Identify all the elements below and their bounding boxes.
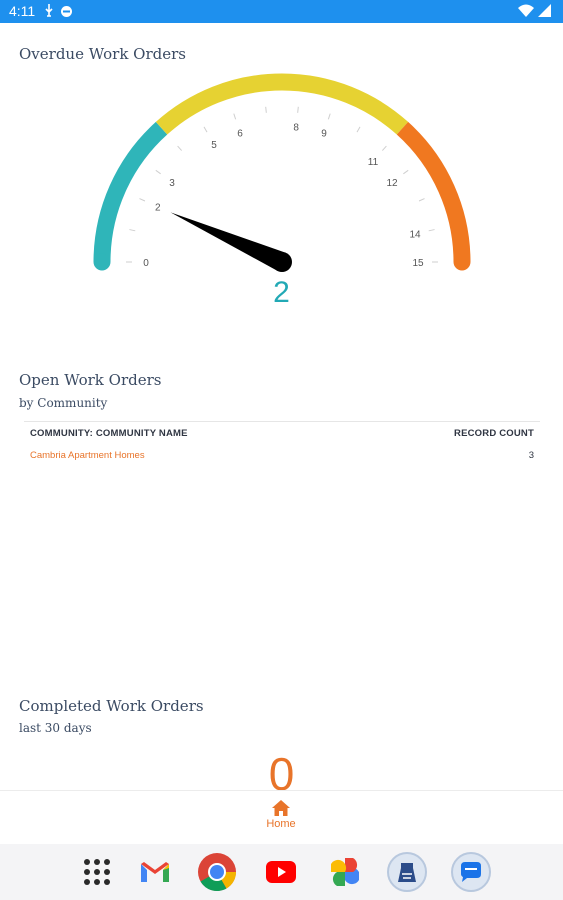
gauge-tick-label: 6 — [237, 129, 243, 140]
open-title: Open Work Orders — [19, 371, 162, 389]
completed-subtitle: last 30 days — [19, 721, 92, 735]
wifi-icon — [518, 4, 534, 17]
gauge-needle — [170, 212, 287, 272]
gauge-tick — [428, 229, 435, 232]
gauge-tick — [297, 106, 299, 113]
open-subtitle: by Community — [19, 396, 108, 410]
gmail-button[interactable] — [135, 852, 175, 892]
record-count: 3 — [528, 450, 534, 461]
youtube-icon — [266, 861, 296, 883]
gauge-tick — [265, 106, 267, 113]
gauge-tick — [381, 145, 387, 151]
gauge-tick-label: 8 — [293, 123, 299, 134]
sync-icon — [61, 5, 72, 17]
gauge-tick-label: 14 — [409, 230, 421, 241]
gauge-tick-label: 3 — [169, 178, 175, 189]
chrome-button[interactable] — [197, 852, 237, 892]
gauge-cap-end — [453, 253, 471, 271]
gauge-band-0 — [93, 121, 168, 263]
gmail-icon — [141, 862, 169, 882]
community-link[interactable]: Cambria Apartment Homes — [30, 450, 145, 466]
table-row[interactable]: Cambria Apartment Homes 3 — [24, 444, 540, 466]
status-icons-left — [44, 4, 73, 18]
gauge-tick — [139, 198, 146, 202]
signal-icon — [538, 4, 551, 17]
gauge-band-1 — [155, 73, 409, 135]
gauge-tick — [403, 169, 409, 175]
gauge-tick — [418, 198, 425, 202]
open-work-orders-table: COMMUNITY: COMMUNITY NAME RECORD COUNT C… — [24, 421, 540, 466]
youtube-button[interactable] — [261, 852, 301, 892]
app-drawer-button[interactable] — [77, 852, 117, 892]
status-icons-right — [518, 4, 551, 17]
gauge-tick — [356, 126, 361, 133]
usb-icon — [45, 4, 53, 17]
gauge-tick — [203, 126, 208, 133]
app-button[interactable] — [387, 852, 427, 892]
nav-home-label: Home — [266, 818, 296, 830]
overdue-value: 2 — [273, 276, 290, 309]
column-header-community[interactable]: COMMUNITY: COMMUNITY NAME — [30, 428, 188, 444]
chrome-icon — [198, 853, 237, 892]
gauge-tick-label: 9 — [321, 129, 327, 140]
gauge-tick — [155, 169, 161, 175]
gauge-tick-label: 15 — [412, 258, 424, 269]
status-time: 4:11 — [9, 3, 36, 19]
gauge-cap-start — [93, 253, 111, 271]
nav-home-button[interactable]: Home — [257, 800, 305, 842]
gauge-tick-label: 12 — [386, 178, 398, 189]
gauge-tick — [327, 113, 331, 120]
nav-divider — [0, 790, 563, 791]
app-dock — [0, 844, 563, 900]
messages-icon — [451, 852, 491, 892]
status-bar: 4:11 — [0, 0, 563, 23]
gauge-tick — [233, 113, 237, 120]
completed-value: 0 — [268, 748, 295, 800]
completed-title: Completed Work Orders — [19, 697, 204, 715]
app-drawer-icon — [84, 859, 110, 885]
overdue-gauge: 0 2 3 5 6 8 9 11 12 14 15 — [93, 73, 471, 272]
home-icon — [272, 800, 290, 816]
gauge-tick-label: 2 — [155, 203, 161, 214]
app-icon — [387, 852, 427, 892]
gauge-tick-label: 0 — [143, 258, 149, 269]
photos-icon — [331, 858, 359, 886]
table-header: COMMUNITY: COMMUNITY NAME RECORD COUNT — [24, 422, 540, 444]
messages-button[interactable] — [451, 852, 491, 892]
gauge-needle-hub — [272, 252, 292, 272]
column-header-record-count[interactable]: RECORD COUNT — [454, 428, 534, 444]
gauge-band-2 — [396, 121, 471, 263]
photos-button[interactable] — [325, 852, 365, 892]
gauge-tick-label: 5 — [211, 140, 217, 151]
gauge-tick-label: 11 — [368, 157, 379, 168]
gauge-tick — [129, 229, 136, 232]
gauge-tick — [177, 145, 183, 151]
